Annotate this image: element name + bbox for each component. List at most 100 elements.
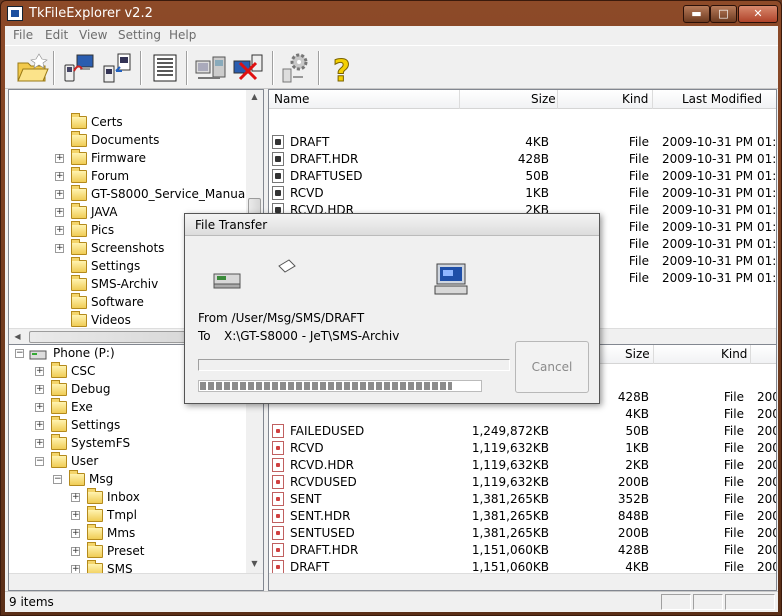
- tree-item[interactable]: + GT-S8000_Service_Manual: [9, 185, 249, 204]
- dialog-title-bar[interactable]: File Transfer: [185, 214, 599, 236]
- tree-item-label: Documents: [91, 133, 160, 147]
- expand-icon[interactable]: +: [55, 244, 64, 253]
- folder-icon: [87, 506, 103, 522]
- table-row[interactable]: DRAFT 4KB File 2009-10-31 PM 01:26: [269, 134, 776, 151]
- tree-item[interactable]: + Tmpl: [9, 506, 245, 525]
- transfer-to-label: To: [198, 329, 211, 343]
- file-modified: 2009: [757, 509, 776, 523]
- file-location-size: 1,381,265KB: [471, 526, 549, 540]
- sync-icon[interactable]: [194, 51, 228, 85]
- collapse-icon[interactable]: −: [15, 349, 24, 358]
- table-row[interactable]: RCVD.HDR 1,119,632KB 2KB File 2009: [269, 457, 776, 474]
- table-row[interactable]: 4KB File 2009: [269, 406, 776, 423]
- tree-item[interactable]: + Preset: [9, 542, 245, 561]
- folder-icon: [71, 203, 87, 219]
- file-location-size: 1,119,632KB: [471, 475, 549, 489]
- expand-icon[interactable]: +: [35, 367, 44, 376]
- toolbar: ?: [5, 45, 778, 90]
- minimize-button[interactable]: ▬: [683, 5, 710, 23]
- column-kind[interactable]: Kind: [622, 92, 648, 106]
- open-folder-icon[interactable]: [15, 51, 49, 85]
- column-name[interactable]: Name: [274, 92, 309, 106]
- scroll-left-arrow-icon[interactable]: ◀: [9, 332, 26, 341]
- table-row[interactable]: SENT 1,381,265KB 352B File 2009: [269, 491, 776, 508]
- table-row[interactable]: RCVD 1,119,632KB 1KB File 2009: [269, 440, 776, 457]
- column-kind[interactable]: Kind: [721, 347, 747, 361]
- list-horizontal-scrollbar[interactable]: [269, 573, 776, 590]
- file-icon: [272, 526, 284, 540]
- folder-icon: [71, 239, 87, 255]
- expand-icon[interactable]: +: [71, 511, 80, 520]
- tree-item[interactable]: + Forum: [9, 167, 245, 186]
- tree-item[interactable]: − User: [9, 452, 245, 471]
- table-row[interactable]: FAILEDUSED 1,249,872KB 50B File 2009: [269, 423, 776, 440]
- column-size[interactable]: Size: [531, 92, 556, 106]
- table-row[interactable]: SENTUSED 1,381,265KB 200B File 2009: [269, 525, 776, 542]
- tree-item-label: CSC: [71, 364, 96, 378]
- menu-view[interactable]: View: [79, 28, 107, 42]
- tree-item[interactable]: Documents: [9, 131, 245, 150]
- expand-icon[interactable]: +: [35, 385, 44, 394]
- scroll-up-arrow-icon[interactable]: ▲: [246, 92, 263, 101]
- file-kind: File: [723, 475, 744, 489]
- file-kind: File: [723, 424, 744, 438]
- expand-icon[interactable]: +: [71, 493, 80, 502]
- expand-icon[interactable]: +: [35, 403, 44, 412]
- menu-help[interactable]: Help: [169, 28, 196, 42]
- scroll-down-arrow-icon[interactable]: ▼: [246, 559, 263, 568]
- tree-horizontal-scrollbar[interactable]: [9, 573, 263, 590]
- table-row[interactable]: RCVD 1KB File 2009-10-31 PM 01:26: [269, 185, 776, 202]
- settings-icon[interactable]: [279, 51, 313, 85]
- table-row[interactable]: SENT.HDR 1,381,265KB 848B File 2009: [269, 508, 776, 525]
- column-divider: [653, 345, 654, 364]
- menu-file[interactable]: File: [13, 28, 33, 42]
- phone-transfer-icon[interactable]: [100, 51, 134, 85]
- menu-setting[interactable]: Setting: [118, 28, 161, 42]
- tree-item[interactable]: + Mms: [9, 524, 245, 543]
- expand-icon[interactable]: +: [55, 208, 64, 217]
- column-size[interactable]: Size: [625, 347, 650, 361]
- scroll-thumb[interactable]: [29, 331, 209, 343]
- tree-item[interactable]: + Settings: [9, 416, 245, 435]
- file-kind: File: [628, 186, 649, 200]
- table-row[interactable]: RCVDUSED 1,119,632KB 200B File 2009: [269, 474, 776, 491]
- menu-edit[interactable]: Edit: [45, 28, 68, 42]
- expand-icon[interactable]: +: [71, 529, 80, 538]
- help-icon[interactable]: ?: [324, 51, 358, 90]
- expand-icon[interactable]: +: [71, 547, 80, 556]
- maximize-button[interactable]: □: [710, 5, 737, 23]
- collapse-icon[interactable]: −: [53, 475, 62, 484]
- file-modified: 2009-10-31 PM 01:26: [662, 186, 777, 200]
- tree-item[interactable]: − Msg: [9, 470, 245, 489]
- table-row[interactable]: DRAFTUSED 50B File 2009-10-31 PM 01:26: [269, 168, 776, 185]
- cancel-button[interactable]: Cancel: [515, 341, 589, 393]
- expand-icon[interactable]: +: [55, 172, 64, 181]
- file-kind: File: [723, 458, 744, 472]
- file-location-size: 1,151,060KB: [471, 560, 549, 574]
- title-bar[interactable]: TkFileExplorer v2.2 ▬ □ ✕: [5, 3, 778, 25]
- close-button[interactable]: ✕: [738, 5, 778, 23]
- file-kind: File: [628, 203, 649, 217]
- tree-item[interactable]: Certs: [9, 113, 245, 132]
- file-kind: File: [628, 271, 649, 285]
- tree-item[interactable]: + Inbox: [9, 488, 245, 507]
- expand-icon[interactable]: +: [35, 421, 44, 430]
- tree-item[interactable]: + Firmware: [9, 149, 245, 168]
- file-size: 352B: [617, 492, 649, 506]
- folder-icon: [71, 311, 87, 327]
- connect-phone-icon[interactable]: [62, 51, 96, 85]
- file-location-size: 1,119,632KB: [471, 441, 549, 455]
- dialog-title: File Transfer: [195, 218, 268, 232]
- file-icon: [272, 492, 284, 506]
- table-row[interactable]: DRAFT.HDR 428B File 2009-10-31 PM 01:26: [269, 151, 776, 168]
- expand-icon[interactable]: +: [55, 154, 64, 163]
- expand-icon[interactable]: +: [55, 190, 64, 199]
- table-row[interactable]: DRAFT.HDR 1,151,060KB 428B File 2009: [269, 542, 776, 559]
- collapse-icon[interactable]: −: [35, 457, 44, 466]
- expand-icon[interactable]: +: [35, 439, 44, 448]
- tree-item[interactable]: + SystemFS: [9, 434, 245, 453]
- disconnect-icon[interactable]: [232, 51, 266, 85]
- list-view-icon[interactable]: [148, 51, 182, 85]
- expand-icon[interactable]: +: [55, 226, 64, 235]
- column-last-modified[interactable]: Last Modified: [682, 92, 762, 106]
